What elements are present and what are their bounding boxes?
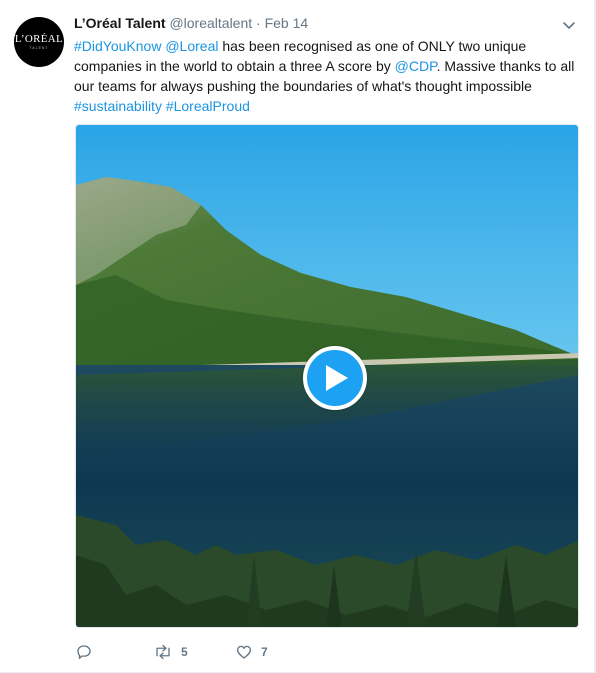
hashtag-didyouknow[interactable]: #DidYouKnow (74, 38, 161, 54)
play-icon (326, 365, 348, 391)
play-button[interactable] (303, 346, 367, 410)
author-handle[interactable]: @lorealtalent (169, 15, 252, 31)
mention-loreal[interactable]: @Loreal (165, 38, 218, 54)
video-thumbnail[interactable] (75, 124, 579, 628)
retweet-button[interactable]: 5 (153, 643, 235, 661)
tweet-timestamp[interactable]: Feb 14 (265, 15, 309, 31)
tweet-text: #DidYouKnow @Loreal has been recognised … (74, 36, 580, 116)
tweet-card[interactable]: L’ORÉAL TALENT L’Oréal Talent @lorealtal… (0, 0, 595, 673)
author-name[interactable]: L’Oréal Talent (74, 15, 166, 31)
retweet-count: 5 (181, 645, 188, 659)
retweet-icon (156, 644, 170, 660)
tweet-actions: 5 7 (75, 640, 268, 664)
avatar[interactable]: L’ORÉAL TALENT (14, 17, 64, 67)
separator-dot: · (256, 15, 261, 31)
avatar-brand-text: L’ORÉAL (14, 32, 64, 45)
tweet-header: L’Oréal Talent @lorealtalent · Feb 14 (74, 14, 308, 32)
like-icon (236, 645, 252, 659)
mention-cdp[interactable]: @CDP (395, 58, 437, 74)
avatar-sub-text: TALENT (29, 45, 49, 50)
reply-icon (77, 645, 91, 660)
chevron-down-icon[interactable] (562, 18, 576, 32)
reply-button[interactable] (75, 643, 153, 661)
like-button[interactable]: 7 (235, 643, 268, 661)
hashtag-sustainability[interactable]: #sustainability (74, 98, 162, 114)
hashtag-lorealproud[interactable]: #LorealProud (166, 98, 250, 114)
like-count: 7 (261, 645, 268, 659)
